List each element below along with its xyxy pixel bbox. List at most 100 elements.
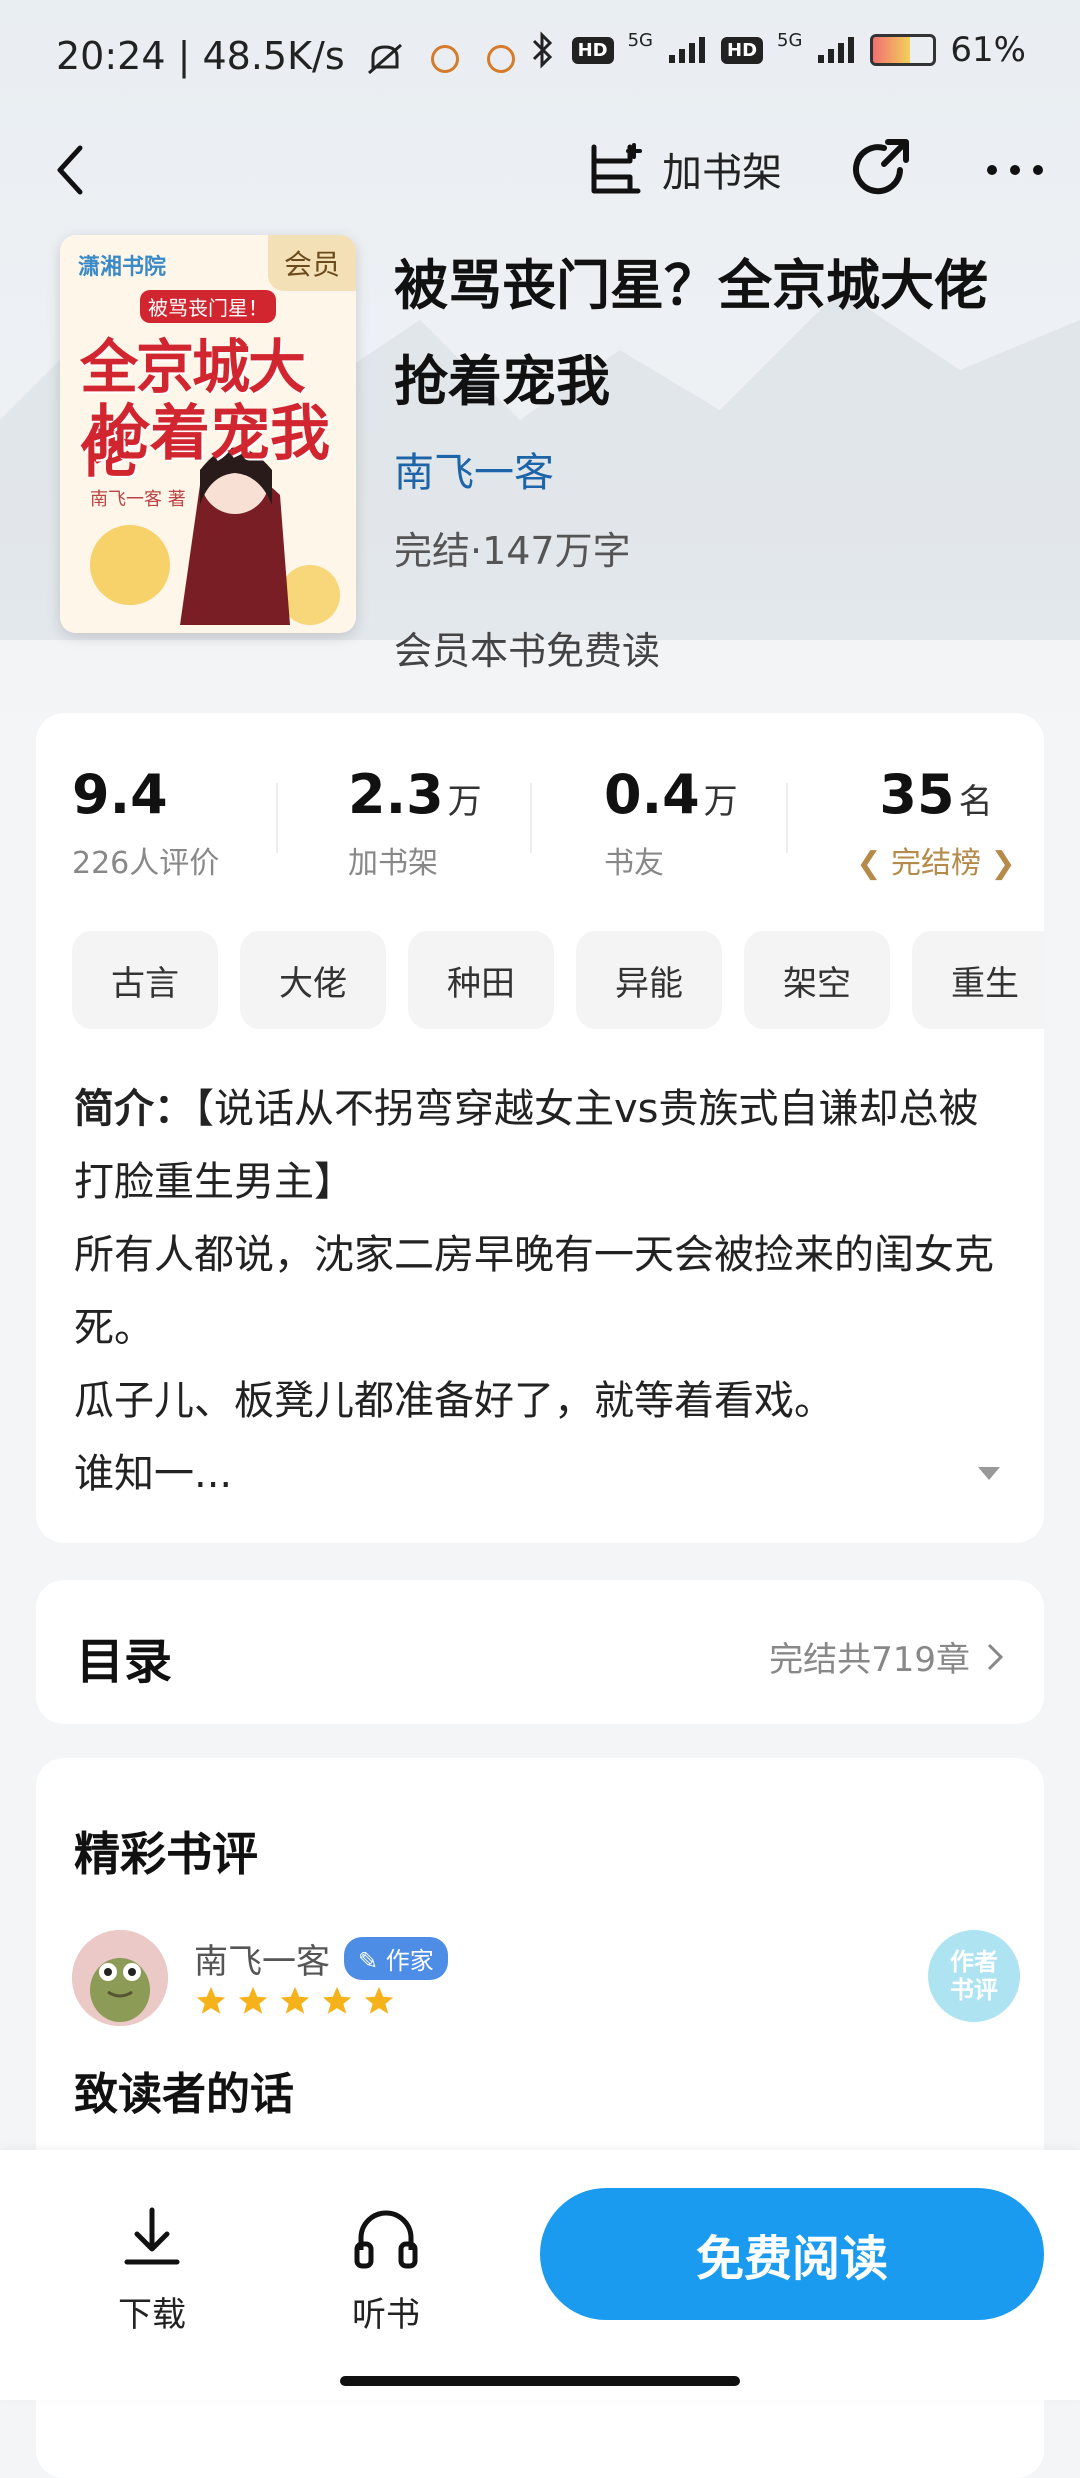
listen-label: 听书: [352, 2295, 420, 2335]
headphones-icon: [354, 2210, 418, 2269]
stat-ranking[interactable]: 35 名 ❮ 完结榜 ❯: [846, 763, 1026, 882]
toc-title: 目录: [76, 1634, 173, 1690]
toc-card[interactable]: 目录 完结共719章: [36, 1580, 1044, 1724]
tag-chip[interactable]: 架空: [744, 931, 890, 1029]
intro-text: 谁知一...: [74, 1451, 233, 1497]
app-notification-icon-2: [486, 44, 515, 73]
hd-badge: HD: [571, 36, 614, 64]
add-to-shelf-label: 加书架: [662, 150, 782, 196]
stamp-line2: 书评: [950, 1976, 998, 2004]
stat-label: 226人评价: [72, 846, 220, 881]
readers-value: 0.4: [604, 763, 700, 826]
shelf-value: 2.3: [348, 763, 444, 826]
back-icon[interactable]: [44, 140, 104, 200]
reviewer-name[interactable]: 南飞一客: [194, 1934, 330, 1983]
book-cover[interactable]: 潇湘书院 被骂丧门星！ 全京城大佬 抢着宠我 南飞一客 著 会员: [60, 235, 356, 633]
rating-value: 9.4: [72, 763, 168, 826]
free-read-button[interactable]: 免费阅读: [540, 2188, 1044, 2320]
tag-chip[interactable]: 古言: [72, 931, 218, 1029]
stat-rating[interactable]: 9.4 226人评价: [72, 763, 292, 882]
laurel-right-icon: ❯: [981, 846, 1016, 881]
intro-text: 【说话从不拐弯穿越女主vs贵族式自谦却总被打脸重生男主】: [74, 1086, 979, 1205]
home-indicator[interactable]: [340, 2376, 740, 2386]
divider: [276, 783, 278, 853]
avatar[interactable]: [72, 1930, 168, 2026]
signal-group-2: 5G: [777, 29, 803, 51]
tag-chip[interactable]: 重生: [912, 931, 1044, 1029]
tag-chip[interactable]: 大佬: [240, 931, 386, 1029]
listen-button[interactable]: 听书: [326, 2204, 446, 2336]
star-rating: [194, 1984, 396, 2018]
tag-chip[interactable]: 异能: [576, 931, 722, 1029]
cover-title-line2: 抢着宠我: [90, 399, 330, 469]
share-icon[interactable]: [848, 134, 918, 204]
author-badge: ✎ 作家: [344, 1937, 448, 1980]
star-icon: [196, 1986, 226, 2014]
book-author-link[interactable]: 南飞一客: [394, 440, 554, 498]
stamp-line1: 作者: [950, 1948, 998, 1976]
download-label: 下载: [118, 2295, 186, 2335]
stat-label: 书友: [604, 846, 664, 881]
top-nav-bar: 加书架: [0, 110, 1080, 230]
signal-icon: [669, 37, 705, 63]
download-button[interactable]: 下载: [92, 2204, 212, 2336]
avatar-image: [72, 1930, 168, 2026]
cover-publisher-logo: 潇湘书院: [78, 255, 167, 280]
rank-board-label: 完结榜: [891, 846, 981, 881]
shelf-unit: 万: [447, 782, 482, 822]
star-icon: [280, 1986, 310, 2014]
signal-group-1: 5G: [627, 29, 653, 51]
star-icon: [364, 1986, 394, 2014]
bottom-action-bar: 下载 听书 免费阅读: [0, 2150, 1080, 2400]
more-icon[interactable]: [980, 140, 1050, 200]
stat-label: ❮ 完结榜 ❯: [846, 838, 1026, 882]
mute-icon: [367, 43, 402, 74]
rank-unit: 名: [958, 782, 993, 822]
battery-level: [873, 37, 911, 63]
readers-unit: 万: [703, 782, 738, 822]
rank-value: 35: [879, 763, 955, 826]
review-heading[interactable]: 致读者的话: [74, 2058, 294, 2122]
status-indicators: HD 5G HD 5G 61%: [528, 30, 1026, 70]
reviews-section-title: 精彩书评: [74, 1827, 258, 1881]
vip-tag: 会员: [267, 235, 356, 291]
stat-value: 0.4 万: [604, 763, 824, 826]
stat-label: 加书架: [348, 846, 438, 881]
clock: 20:24: [56, 34, 166, 78]
book-status-wordcount: 完结·147万字: [394, 529, 631, 573]
book-title: 被骂丧门星？全京城大佬抢着宠我: [394, 254, 988, 413]
reviewer-info: 南飞一客 ✎ 作家: [194, 1934, 448, 1983]
cover-author: 南飞一客 著: [90, 489, 186, 510]
vip-free-note: 会员本书免费读: [394, 629, 661, 673]
bluetooth-icon: [532, 31, 552, 69]
stat-value: 2.3 万: [348, 763, 568, 826]
laurel-left-icon: ❮: [856, 846, 891, 881]
book-intro[interactable]: 简介：【说话从不拐弯穿越女主vs贵族式自谦却总被打脸重生男主】 所有人都说，沈家…: [74, 1073, 1014, 1511]
book-info-card: 9.4 226人评价 2.3 万 加书架 0.4 万 书友 35 名 ❮ 完结榜 ❯ …: [36, 713, 1044, 1543]
intro-text: 所有人都说，沈家二房早晚有一天会被捡来的闺女克死。: [74, 1232, 994, 1351]
cover-subtitle: 被骂丧门星！: [140, 290, 276, 323]
hd-badge-2: HD: [721, 36, 764, 64]
signal-icon-2: [818, 37, 855, 63]
star-icon: [238, 1986, 268, 2014]
battery-percent: 61%: [950, 30, 1026, 70]
net-speed: 48.5K/s: [202, 34, 345, 78]
battery-icon: [870, 34, 937, 66]
stat-shelf-count[interactable]: 2.3 万 加书架: [348, 763, 568, 882]
expand-intro-icon[interactable]: [976, 1463, 1002, 1483]
stat-value: 35 名: [846, 763, 1026, 826]
chapter-count: 完结共719章: [769, 1640, 970, 1680]
author-badge-label: 作家: [385, 1947, 434, 1975]
stat-value: 9.4: [72, 763, 292, 826]
stamp-text: 作者 书评: [950, 1948, 998, 2004]
tag-list: 古言 大佬 种田 异能 架空 重生: [72, 931, 1044, 1031]
stat-readers[interactable]: 0.4 万 书友: [604, 763, 824, 882]
add-to-shelf-button[interactable]: 加书架: [586, 134, 782, 204]
toc-summary: 完结共719章: [769, 1632, 1004, 1681]
status-bar: 20:24 | 48.5K/s HD 5G HD 5G 61%: [0, 0, 1080, 110]
star-icon: [322, 1986, 352, 2014]
chevron-right-icon: [987, 1643, 1004, 1670]
divider: [786, 783, 788, 853]
tag-chip[interactable]: 种田: [408, 931, 554, 1029]
intro-text: 瓜子儿、板凳儿都准备好了，就等着看戏。: [74, 1378, 834, 1424]
